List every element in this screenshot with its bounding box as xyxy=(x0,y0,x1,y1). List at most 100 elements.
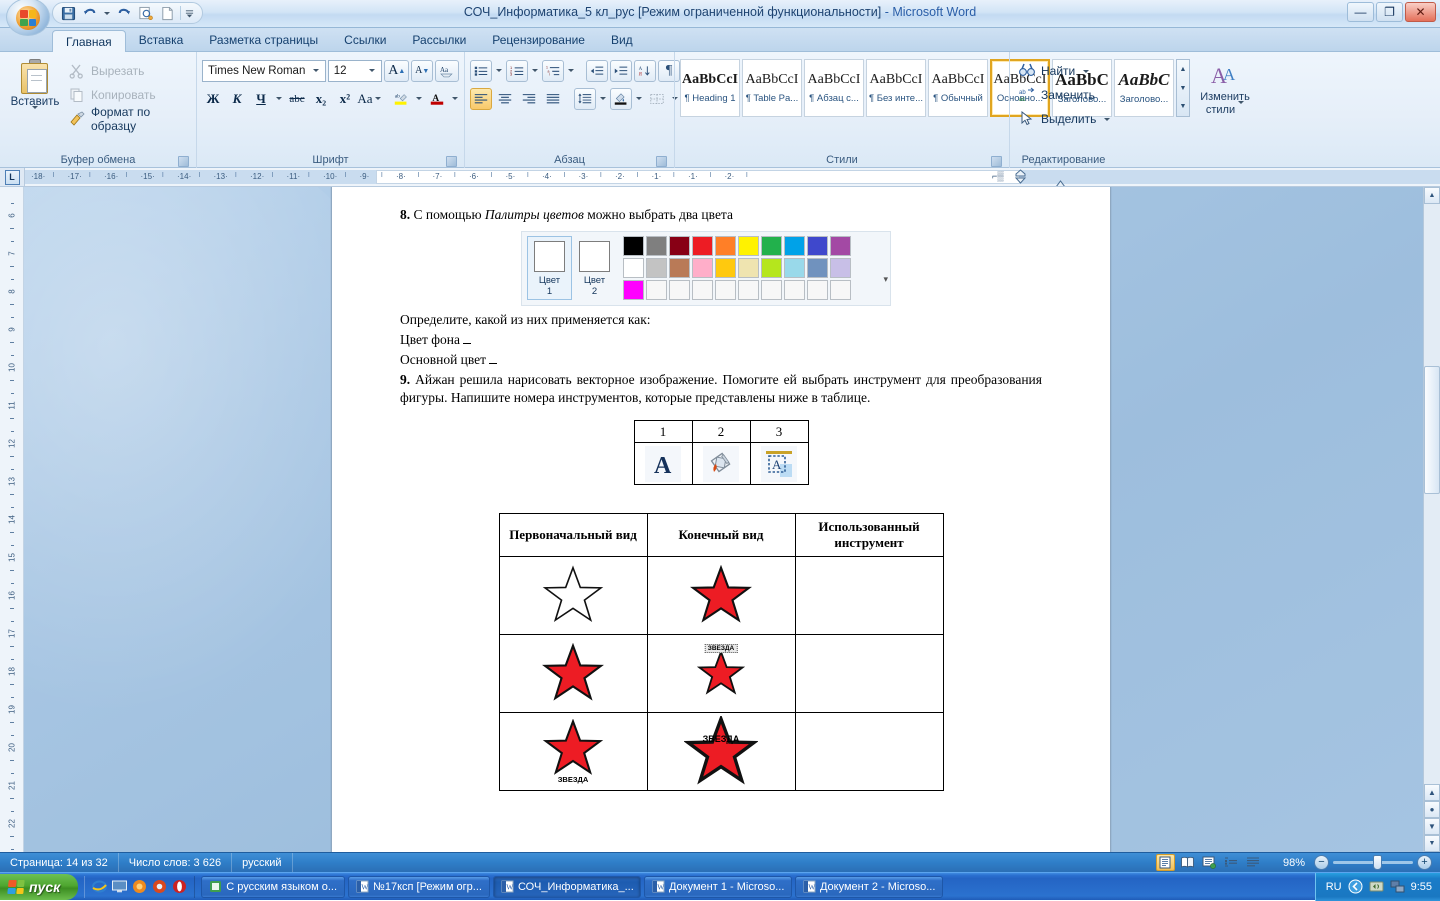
ruler-indent-markers[interactable] xyxy=(1014,169,1027,185)
highlight-dropdown-icon[interactable] xyxy=(414,88,424,110)
row1-tool-cell[interactable] xyxy=(795,556,943,634)
zoom-out-button[interactable]: − xyxy=(1314,855,1329,870)
find-button[interactable]: Найти xyxy=(1015,59,1112,83)
ruler-right-margin-area[interactable] xyxy=(1020,170,1440,184)
subscript-button[interactable]: x₂ xyxy=(310,88,332,110)
strikethrough-button[interactable]: abc xyxy=(286,88,308,110)
start-button[interactable]: пуск xyxy=(0,874,78,900)
highlight-color-button[interactable]: ab xyxy=(390,88,412,110)
select-browse-object-button[interactable]: ● xyxy=(1424,801,1440,818)
taskbar-item-17ksp[interactable]: W №17ксп [Режим огр... xyxy=(348,876,490,898)
horizontal-ruler[interactable]: ·18· I ·17· I ·16· I ·15· I ·14· I ·13· … xyxy=(24,168,1440,186)
change-case-button[interactable]: Aa xyxy=(358,88,380,110)
ruler-tab-marker[interactable]: ⌐▒ xyxy=(992,171,1004,181)
styles-dialog-launcher[interactable] xyxy=(991,156,1002,167)
align-right-button[interactable] xyxy=(518,88,540,110)
row2-tool-cell[interactable] xyxy=(795,634,943,712)
numbering-button[interactable]: 123 xyxy=(506,60,528,82)
language-indicator[interactable]: русский xyxy=(232,853,292,873)
font-size-input[interactable]: 12 xyxy=(328,60,383,82)
outline-view-button[interactable] xyxy=(1222,854,1241,871)
styles-scroll[interactable]: ▲ ▼ ▼ xyxy=(1176,59,1190,117)
paragraph-dialog-launcher[interactable] xyxy=(656,156,667,167)
select-button[interactable]: Выделить xyxy=(1015,107,1112,131)
page-indicator[interactable]: Страница: 14 из 32 xyxy=(0,853,119,873)
volume-icon[interactable] xyxy=(1369,879,1384,894)
previous-page-button[interactable]: ▲ xyxy=(1424,784,1440,801)
zoom-slider[interactable]: − + xyxy=(1314,855,1432,870)
zoom-level-label[interactable]: 98% xyxy=(1277,853,1311,873)
opera-icon[interactable] xyxy=(171,878,188,895)
zoom-in-button[interactable]: + xyxy=(1417,855,1432,870)
zoom-track[interactable] xyxy=(1333,861,1413,864)
grow-font-button[interactable]: A▲ xyxy=(384,60,409,82)
tab-insert[interactable]: Вставка xyxy=(126,29,197,51)
multilevel-list-button[interactable]: 1ai xyxy=(542,60,564,82)
sort-button[interactable]: AЯ xyxy=(634,60,656,82)
word-count-indicator[interactable]: Число слов: 3 626 xyxy=(119,853,232,873)
style-item-abzac[interactable]: AaBbCcI ¶ Абзац с... xyxy=(804,59,864,117)
chrome-icon[interactable] xyxy=(151,878,168,895)
shading-button[interactable] xyxy=(610,88,632,110)
styles-scroll-up-icon[interactable]: ▲ xyxy=(1177,60,1189,79)
font-size-dropdown-icon[interactable] xyxy=(365,62,379,80)
network-icon[interactable] xyxy=(1390,879,1405,894)
paste-button[interactable]: Вставить xyxy=(5,55,65,153)
taskbar-clock[interactable]: 9:55 xyxy=(1411,881,1432,893)
clear-formatting-button[interactable]: Aa xyxy=(435,60,459,82)
vertical-ruler[interactable]: 67891011121314151617181920212223 xyxy=(0,187,24,852)
styles-more-icon[interactable]: ▼ xyxy=(1177,97,1189,116)
line-spacing-dropdown-icon[interactable] xyxy=(598,88,608,110)
maximize-button[interactable]: ❐ xyxy=(1376,2,1403,22)
style-item-normal[interactable]: AaBbCcI ¶ Обычный xyxy=(928,59,988,117)
show-desktop-icon[interactable] xyxy=(111,878,128,895)
borders-button[interactable] xyxy=(646,88,668,110)
tab-view[interactable]: Вид xyxy=(598,29,646,51)
firefox-old-icon[interactable] xyxy=(131,878,148,895)
full-screen-reading-view-button[interactable] xyxy=(1178,854,1197,871)
tab-mailings[interactable]: Рассылки xyxy=(399,29,479,51)
taskbar-item-soch-informatika[interactable]: W СОЧ_Информатика_... xyxy=(493,876,641,898)
underline-dropdown-icon[interactable] xyxy=(274,88,284,110)
shading-dropdown-icon[interactable] xyxy=(634,88,644,110)
internet-explorer-icon[interactable] xyxy=(91,878,108,895)
format-painter-button[interactable]: Формат по образцу xyxy=(65,107,191,131)
bold-button[interactable]: Ж xyxy=(202,88,224,110)
scroll-track[interactable] xyxy=(1424,204,1440,784)
tray-chevron-icon[interactable] xyxy=(1348,879,1363,894)
style-item-heading1[interactable]: AaBbCcI ¶ Heading 1 xyxy=(680,59,740,117)
font-color-dropdown-icon[interactable] xyxy=(450,88,460,110)
draft-view-button[interactable] xyxy=(1244,854,1263,871)
bullets-button[interactable] xyxy=(470,60,492,82)
style-item-no-spacing[interactable]: AaBbCcI ¶ Без инте... xyxy=(866,59,926,117)
tab-references[interactable]: Ссылки xyxy=(331,29,399,51)
replace-button[interactable]: abac Заменить xyxy=(1015,83,1112,107)
style-item-table-paragraph[interactable]: AaBbCcI ¶ Table Pa... xyxy=(742,59,802,117)
tab-page-layout[interactable]: Разметка страницы xyxy=(196,29,331,51)
next-page-button[interactable]: ▼ xyxy=(1424,818,1440,835)
tab-home[interactable]: Главная xyxy=(52,30,126,52)
close-button[interactable]: ✕ xyxy=(1405,2,1436,22)
underline-button[interactable]: Ч xyxy=(250,88,272,110)
increase-indent-button[interactable] xyxy=(610,60,632,82)
scroll-thumb[interactable] xyxy=(1424,366,1440,494)
tab-stop-selector[interactable]: L xyxy=(0,168,24,186)
tab-review[interactable]: Рецензирование xyxy=(479,29,598,51)
row3-tool-cell[interactable] xyxy=(795,712,943,790)
clipboard-dialog-launcher[interactable] xyxy=(178,156,189,167)
document-page[interactable]: 8. С помощью Палитры цветов можно выбрат… xyxy=(331,187,1111,852)
language-indicator-tray[interactable]: RU xyxy=(1326,881,1342,893)
taskbar-item-document2[interactable]: W Документ 2 - Microso... xyxy=(795,876,943,898)
shrink-font-button[interactable]: A▼ xyxy=(411,60,433,82)
align-center-button[interactable] xyxy=(494,88,516,110)
ruler-left-indent-marker[interactable] xyxy=(1055,177,1066,185)
scroll-down-button[interactable]: ▼ xyxy=(1424,835,1440,852)
multilevel-dropdown-icon[interactable] xyxy=(566,60,576,82)
font-color-button[interactable]: A xyxy=(426,88,448,110)
font-name-dropdown-icon[interactable] xyxy=(309,62,323,80)
style-item-title2[interactable]: AaBbC Заголово... xyxy=(1114,59,1174,117)
print-layout-view-button[interactable] xyxy=(1156,854,1175,871)
change-styles-button[interactable]: AA Изменить стили xyxy=(1192,60,1258,117)
zoom-knob[interactable] xyxy=(1373,855,1382,870)
font-name-input[interactable]: Times New Roman xyxy=(202,60,326,82)
